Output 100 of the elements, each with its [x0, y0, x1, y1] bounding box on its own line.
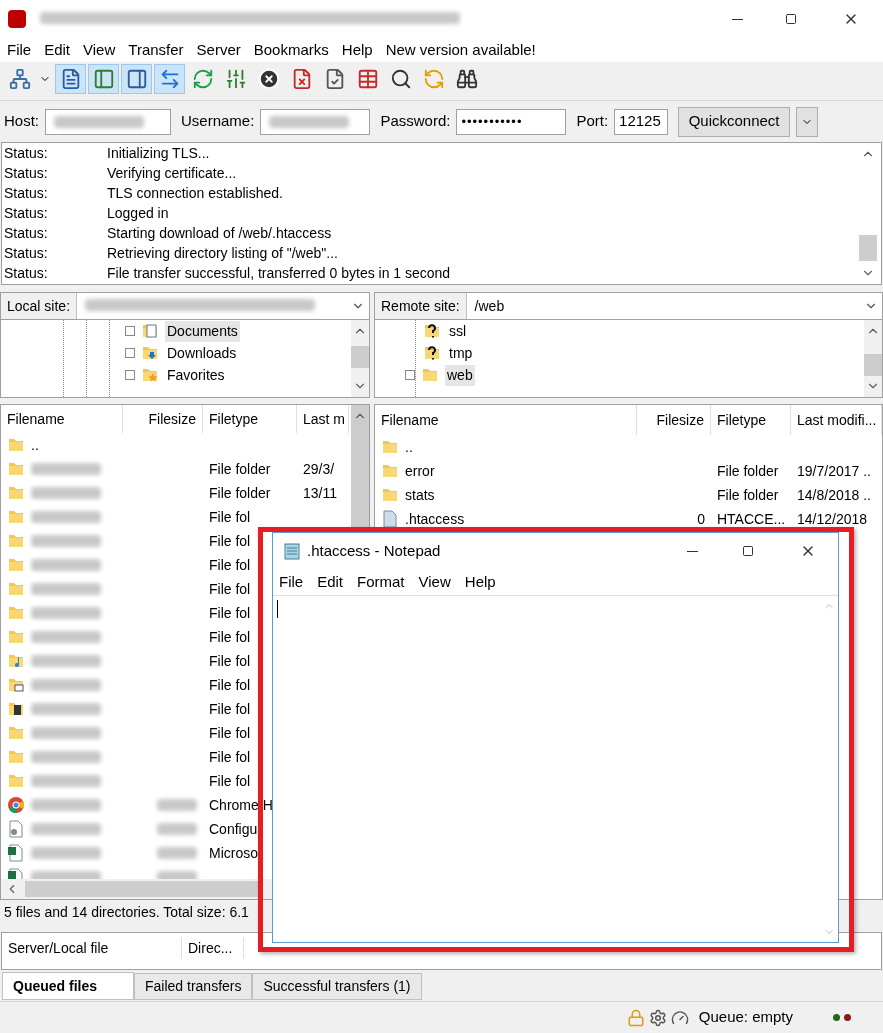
file-type: File fol [209, 676, 251, 693]
modified-date: 29/3/ [303, 460, 335, 477]
menu-item[interactable]: View [418, 570, 451, 594]
log-label: Status: [3, 163, 49, 183]
column-header[interactable]: Server/Local file [2, 937, 182, 959]
tree-item[interactable]: Favorites [165, 364, 227, 386]
tab[interactable]: Failed transfers [134, 973, 253, 1000]
redacted-text [31, 703, 101, 715]
redacted-text [31, 535, 101, 547]
expand-icon[interactable] [405, 370, 415, 380]
column-header[interactable]: Filesize [637, 405, 711, 435]
redacted-text [31, 511, 101, 523]
column-header[interactable]: Last modifi... [791, 405, 882, 435]
menu-item[interactable]: Edit [44, 38, 71, 62]
expand-icon[interactable] [125, 370, 135, 380]
log-message: File transfer successful, transferred 0 bytes in 1 second [107, 263, 451, 283]
log-label: Status: [3, 183, 49, 203]
log-label: Status: [3, 263, 49, 283]
file-type: Chrome H [209, 796, 273, 813]
minimize-icon[interactable] [687, 550, 698, 552]
column-header[interactable]: Filetype [711, 405, 791, 435]
remote-path-field[interactable]: /web [474, 295, 864, 317]
column-header[interactable]: Direc... [182, 937, 244, 959]
menu-item[interactable]: Format [357, 570, 405, 594]
port-label: Port: [576, 111, 609, 132]
tab[interactable]: Queued files [2, 972, 134, 1000]
menu-item[interactable]: Server [196, 38, 241, 62]
maximize-icon [742, 545, 754, 557]
file-type: File fol [209, 532, 251, 549]
menu-item[interactable]: New version available! [385, 38, 536, 62]
folder-icon [381, 462, 399, 480]
settings-file-icon [7, 820, 25, 838]
tree-item[interactable]: web [445, 364, 475, 386]
quickconnect-dropdown[interactable] [796, 106, 819, 137]
queue-status: Queue: empty [698, 1007, 793, 1028]
menu-item[interactable]: Edit [317, 570, 344, 594]
column-header[interactable]: Filetype [203, 405, 297, 433]
search-icon [389, 68, 412, 90]
menu-item[interactable]: File [279, 570, 304, 594]
menu-item[interactable]: Help [341, 38, 373, 62]
file-type: File folder [209, 484, 271, 501]
site-manager-icon [8, 68, 31, 90]
host-field[interactable] [45, 108, 171, 135]
question-folder-icon [423, 322, 441, 340]
file-name: .. [405, 437, 413, 457]
column-header[interactable]: Filesize [123, 405, 203, 433]
column-header[interactable]: Last m [297, 405, 349, 433]
password-field[interactable]: ••••••••••• [456, 108, 567, 135]
redacted-text [31, 751, 101, 763]
star-folder-icon [141, 366, 159, 384]
log-message: TLS connection established. [107, 183, 283, 203]
menu-item[interactable]: View [83, 38, 116, 62]
tree-item[interactable]: Documents [165, 320, 240, 342]
expand-icon[interactable] [125, 326, 135, 336]
menu-item[interactable]: Help [464, 570, 496, 594]
app-logo-icon [8, 10, 26, 28]
music-folder-icon [7, 652, 25, 670]
tree-item[interactable]: ssl [447, 320, 469, 342]
host-label: Host: [4, 111, 39, 132]
file-type: Microso [209, 844, 258, 861]
browser-file-icon [7, 796, 25, 814]
port-field[interactable]: 12125 [614, 108, 669, 135]
file-type: Configu [209, 820, 258, 837]
modified-date: 13/11 [303, 484, 337, 501]
tree-item[interactable]: tmp [447, 342, 475, 364]
sync-browsing-icon [422, 68, 445, 90]
tree-item[interactable]: Downloads [165, 342, 239, 364]
quickconnect-button[interactable]: Quickconnect [678, 106, 791, 137]
download-folder-icon [141, 344, 159, 362]
folder-icon [7, 556, 25, 574]
filter-icon [224, 68, 247, 90]
scrollbar[interactable] [864, 320, 882, 397]
file-type: File folder [717, 462, 779, 479]
menu-item[interactable]: File [7, 38, 32, 62]
file-type: File fol [209, 700, 251, 717]
menu-item[interactable]: Transfer [128, 38, 184, 62]
username-field[interactable] [260, 108, 371, 135]
file-icon [381, 510, 399, 528]
expand-icon[interactable] [125, 348, 135, 358]
folder-icon [7, 748, 25, 766]
menu-item[interactable]: Bookmarks [253, 38, 329, 62]
lock-icon [626, 1008, 645, 1027]
spreadsheet-file-icon [7, 844, 25, 862]
minimize-icon[interactable] [732, 18, 743, 20]
redacted-text [31, 655, 101, 667]
column-header[interactable]: Filename [1, 405, 123, 433]
file-size: 0 [697, 509, 705, 529]
tab[interactable]: Successful transfers (1) [252, 973, 422, 1000]
folder-icon [7, 508, 25, 526]
column-header[interactable]: Filename [375, 405, 637, 435]
gear-icon [648, 1008, 667, 1027]
scroll-thumb[interactable] [859, 235, 877, 261]
file-type: HTACCE... [717, 510, 786, 527]
folder-icon [7, 628, 25, 646]
question-folder-icon [423, 344, 441, 362]
pictures-folder-icon [7, 676, 25, 694]
panel-right-icon [125, 68, 148, 90]
folder-icon [7, 460, 25, 478]
file-type: File folder [209, 460, 271, 477]
scrollbar[interactable] [351, 320, 369, 397]
